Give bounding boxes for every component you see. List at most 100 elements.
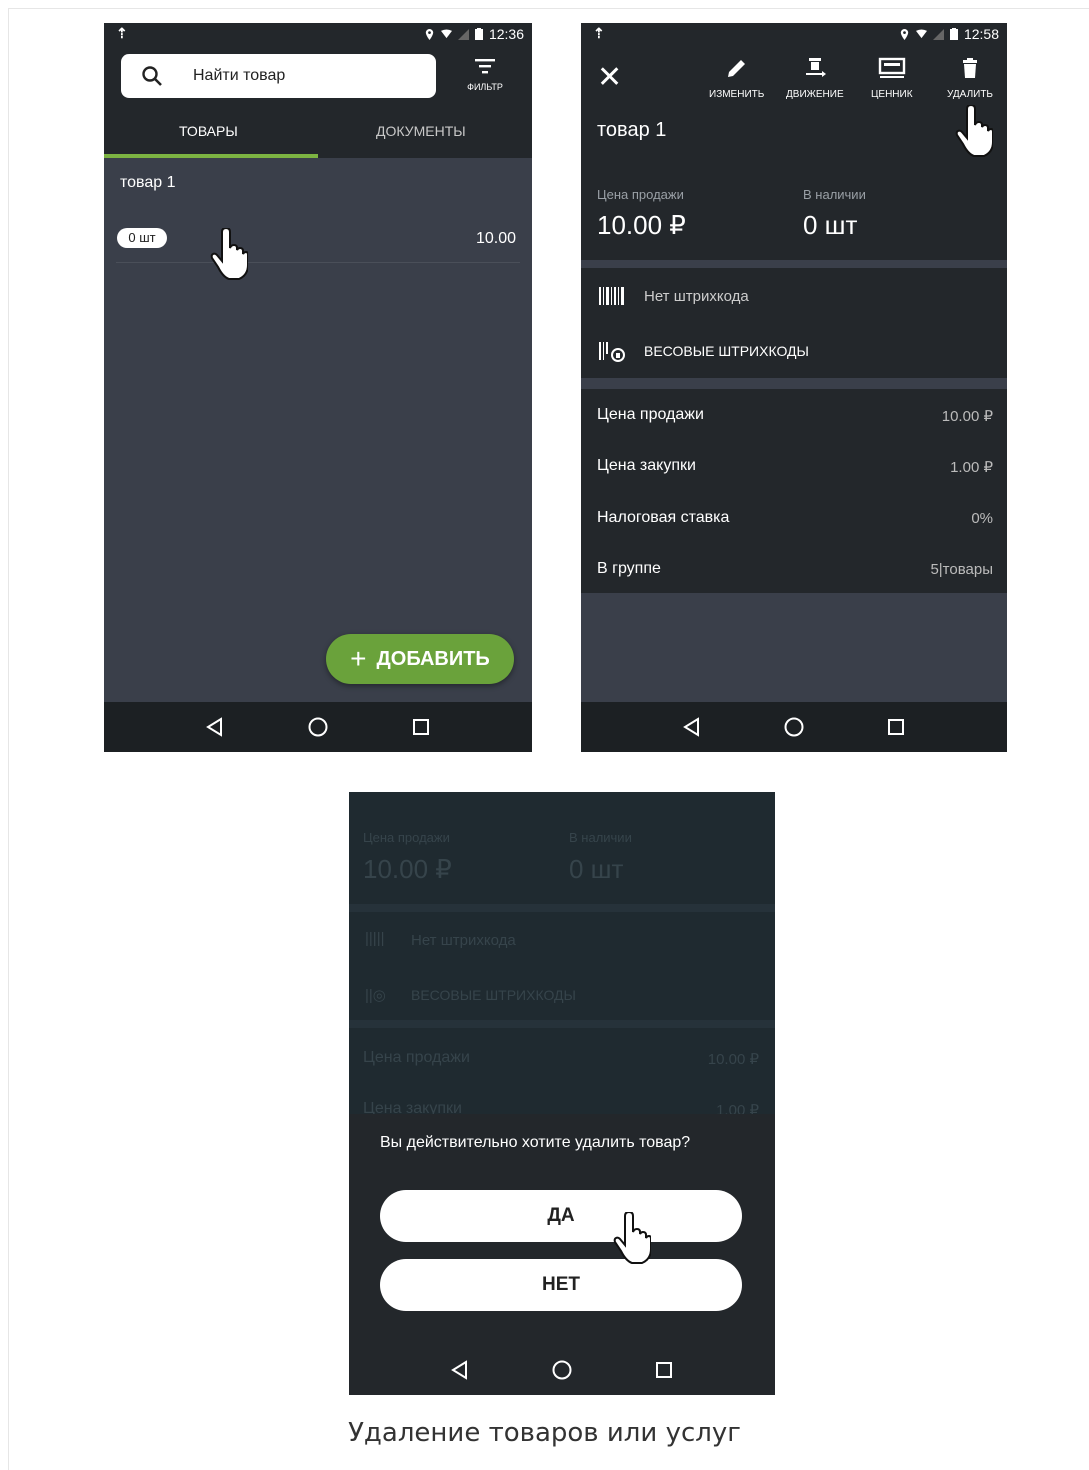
dim-price-value: 10.00 ₽ bbox=[363, 854, 452, 884]
clock: 12:58 bbox=[963, 26, 999, 42]
home-circle-icon bbox=[308, 717, 328, 737]
no-signal-icon bbox=[457, 28, 469, 40]
dim-weight-barcode-icon: ||◎ bbox=[365, 987, 386, 1004]
home-button[interactable] bbox=[782, 715, 806, 739]
wifi-icon bbox=[915, 28, 927, 38]
search-icon bbox=[142, 66, 162, 86]
stock-value: 0 шт bbox=[803, 210, 858, 240]
dim-row1-label: Цена продажи bbox=[363, 1049, 470, 1066]
detail-label: Цена закупки bbox=[597, 457, 696, 474]
add-button[interactable]: + ДОБАВИТЬ bbox=[326, 634, 514, 684]
yes-button[interactable]: ДА bbox=[380, 1190, 742, 1242]
divider bbox=[116, 262, 520, 263]
plus-icon: + bbox=[350, 643, 367, 674]
figure-caption: Удаление товаров или услуг bbox=[348, 1418, 741, 1448]
weight-barcode-icon bbox=[599, 342, 625, 362]
android-nav-bar bbox=[349, 1345, 775, 1395]
recents-button[interactable] bbox=[884, 715, 908, 739]
dim-no-barcode: Нет штрихкода bbox=[411, 932, 516, 949]
status-bar: ⇡ 12:58 bbox=[581, 23, 1007, 45]
edit-button[interactable]: ИЗМЕНИТЬ bbox=[709, 56, 764, 100]
filter-button[interactable]: ФИЛЬТР bbox=[454, 57, 516, 92]
item-name: товар 1 bbox=[120, 174, 176, 191]
movement-label: ДВИЖЕНИЕ bbox=[786, 89, 844, 100]
battery-icon bbox=[949, 28, 958, 40]
item-price: 10.00 bbox=[475, 230, 516, 247]
sale-price-label: Цена продажи bbox=[597, 187, 684, 202]
dim-weight-barcodes: ВЕСОВЫЕ ШТРИХКОДЫ bbox=[411, 987, 576, 1003]
dim-divider bbox=[349, 1020, 775, 1028]
close-icon[interactable]: ✕ bbox=[597, 63, 622, 93]
home-circle-icon bbox=[552, 1360, 572, 1380]
no-signal-icon bbox=[932, 28, 944, 40]
android-nav-bar bbox=[581, 702, 1007, 752]
delete-label: УДАЛИТЬ bbox=[947, 89, 993, 100]
dim-price-label: Цена продажи bbox=[363, 830, 450, 845]
sale-price-value: 10.00 ₽ bbox=[597, 210, 686, 240]
add-button-label: ДОБАВИТЬ bbox=[376, 647, 490, 670]
stock-label: В наличии bbox=[803, 187, 866, 202]
detail-value: 0% bbox=[971, 510, 993, 527]
phone-screen-product-list: ⇡ 12:36 Найти товар ФИЛЬТР ТОВАРЫ ДОКУМЕ… bbox=[104, 23, 532, 752]
status-bar: ⇡ 12:36 bbox=[104, 23, 532, 45]
search-placeholder: Найти товар bbox=[193, 67, 286, 84]
filter-icon bbox=[475, 59, 495, 74]
details-section: Цена продажи 10.00 ₽ Цена закупки 1.00 ₽… bbox=[581, 389, 1007, 593]
back-triangle-icon bbox=[683, 717, 699, 737]
barcode-icon bbox=[599, 287, 624, 305]
location-icon bbox=[425, 28, 434, 40]
back-button[interactable] bbox=[448, 1358, 472, 1382]
home-button[interactable] bbox=[550, 1358, 574, 1382]
back-triangle-icon bbox=[206, 717, 223, 737]
detail-label: Налоговая ставка bbox=[597, 509, 730, 526]
upload-icon: ⇡ bbox=[116, 25, 128, 41]
dim-barcode-icon: ||||| bbox=[365, 930, 385, 947]
location-icon bbox=[900, 28, 909, 40]
qty-badge: 0 шт bbox=[117, 228, 167, 248]
trash-icon bbox=[963, 58, 977, 78]
movement-button[interactable]: ДВИЖЕНИЕ bbox=[786, 56, 844, 100]
edit-label: ИЗМЕНИТЬ bbox=[709, 89, 765, 100]
recents-button[interactable] bbox=[409, 715, 433, 739]
dialog-question: Вы действительно хотите удалить товар? bbox=[380, 1134, 691, 1151]
detail-label: Цена продажи bbox=[597, 406, 704, 423]
movement-icon bbox=[805, 58, 826, 77]
delete-button[interactable]: УДАЛИТЬ bbox=[947, 56, 993, 100]
pointer-hand-icon bbox=[613, 1212, 651, 1264]
weight-barcodes-text: ВЕСОВЫЕ ШТРИХКОДЫ bbox=[644, 343, 809, 359]
recents-square-icon bbox=[888, 719, 904, 735]
detail-value: 10.00 ₽ bbox=[941, 408, 993, 425]
dim-divider bbox=[349, 904, 775, 912]
recents-button[interactable] bbox=[652, 1358, 676, 1382]
home-button[interactable] bbox=[306, 715, 330, 739]
search-input[interactable]: Найти товар bbox=[121, 54, 436, 98]
detail-label: В группе bbox=[597, 560, 661, 577]
dim-stock-label: В наличии bbox=[569, 830, 632, 845]
active-tab-indicator bbox=[104, 154, 318, 158]
filter-label: ФИЛЬТР bbox=[467, 82, 503, 92]
confirm-dialog: Вы действительно хотите удалить товар? Д… bbox=[349, 1114, 775, 1345]
phone-screen-product-card: ⇡ 12:58 ✕ ИЗМЕНИТЬ ДВИЖЕНИЕ ЦЕННИК УДАЛИ… bbox=[581, 23, 1007, 752]
detail-value: 5|товары bbox=[930, 561, 993, 578]
product-title: товар 1 bbox=[597, 119, 667, 141]
upload-icon: ⇡ bbox=[593, 25, 605, 41]
detail-value: 1.00 ₽ bbox=[950, 459, 993, 476]
price-tag-label: ЦЕННИК bbox=[871, 89, 913, 100]
no-button[interactable]: НЕТ bbox=[380, 1259, 742, 1311]
price-tag-button[interactable]: ЦЕННИК bbox=[871, 56, 913, 100]
no-barcode-text: Нет штрихкода bbox=[644, 288, 749, 305]
pointer-hand-icon bbox=[955, 105, 993, 157]
back-button[interactable] bbox=[680, 715, 704, 739]
dim-row1-value: 10.00 ₽ bbox=[707, 1051, 759, 1068]
recents-square-icon bbox=[656, 1362, 672, 1378]
back-button[interactable] bbox=[203, 715, 227, 739]
tab-products[interactable]: ТОВАРЫ bbox=[179, 123, 238, 139]
android-nav-bar bbox=[104, 702, 532, 752]
home-circle-icon bbox=[784, 717, 804, 737]
pencil-icon bbox=[727, 60, 745, 77]
dim-stock-value: 0 шт bbox=[569, 854, 624, 884]
back-triangle-icon bbox=[451, 1360, 467, 1380]
price-tag-icon bbox=[878, 57, 905, 78]
battery-icon bbox=[474, 28, 483, 40]
tab-documents[interactable]: ДОКУМЕНТЫ bbox=[376, 123, 466, 139]
